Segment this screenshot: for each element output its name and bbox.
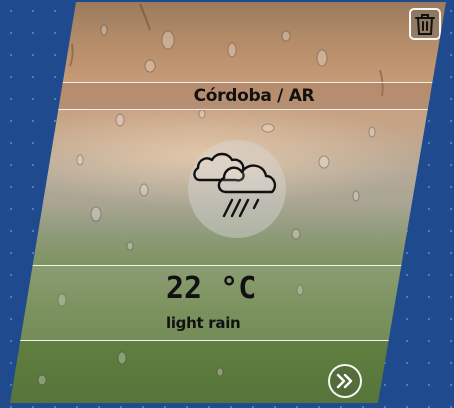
trash-icon: [415, 14, 435, 35]
temperature-panel: 22 °C light rain: [10, 265, 446, 341]
location-bar: Córdoba / AR: [10, 82, 446, 110]
weather-card: Córdoba / AR 22 °C light rain: [10, 2, 446, 403]
cloud-rain-icon: [193, 152, 277, 218]
city-label: Córdoba / AR: [193, 86, 315, 106]
double-chevron-right-icon: [336, 373, 353, 389]
weather-description: light rain: [166, 314, 241, 332]
details-button[interactable]: [328, 364, 362, 398]
temperature-value: 22 °C: [166, 271, 257, 306]
delete-button[interactable]: [409, 8, 441, 40]
weather-icon-badge: [188, 140, 286, 238]
